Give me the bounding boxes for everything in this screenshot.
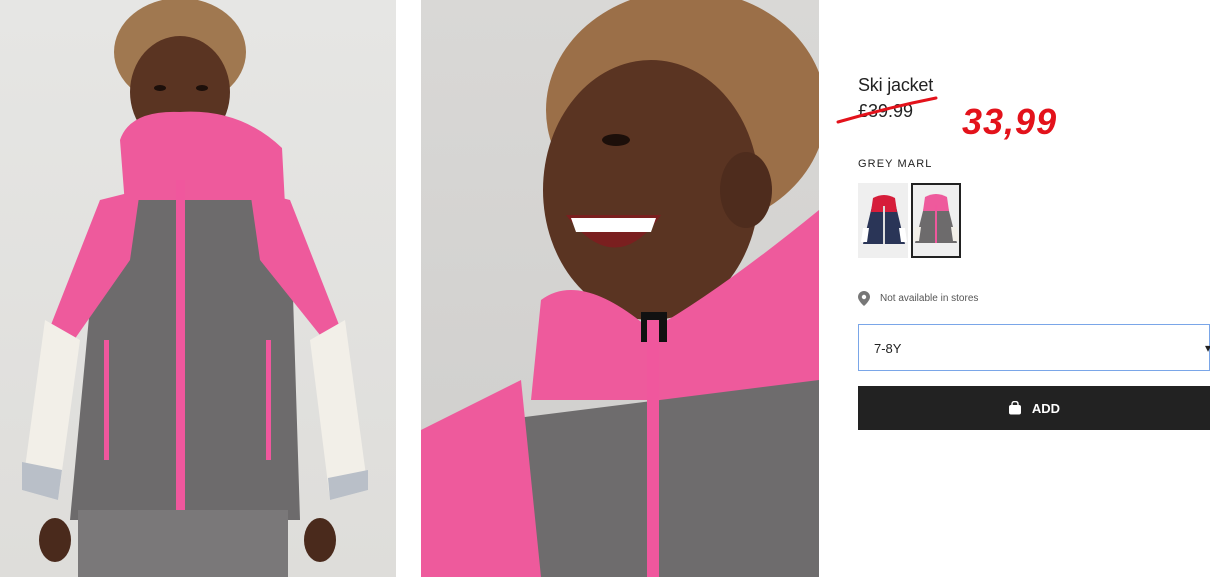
store-availability: Not available in stores: [858, 291, 978, 306]
location-pin-icon: [858, 291, 870, 306]
store-availability-text: Not available in stores: [880, 293, 979, 304]
size-select[interactable]: 7-8Y ▾: [858, 324, 1210, 371]
size-selected-value: 7-8Y: [874, 341, 902, 356]
product-details: Ski jacket £39.99 33,99 GREY MARL Not av…: [836, 0, 1210, 577]
child-closeup-illustration: [421, 0, 819, 577]
chevron-down-icon: ▾: [1204, 341, 1210, 355]
color-label: GREY MARL: [858, 158, 933, 170]
jacket-thumbnail-grey: [913, 194, 959, 243]
add-button-label: ADD: [1031, 400, 1061, 416]
child-in-ski-jacket-illustration: [22, 0, 368, 577]
add-to-bag-button[interactable]: ADD: [858, 386, 1210, 430]
swatch-grey-marl[interactable]: [911, 183, 961, 258]
product-image-main[interactable]: [0, 0, 396, 577]
product-image-closeup[interactable]: [421, 0, 819, 577]
sale-price: 33,99: [962, 101, 1058, 142]
shopping-bag-icon: [1008, 401, 1021, 415]
swatch-navy-red[interactable]: [858, 183, 908, 258]
price-strikethrough-mark: [836, 96, 938, 124]
jacket-thumbnail-navy: [861, 195, 907, 244]
color-swatches: [858, 183, 961, 258]
